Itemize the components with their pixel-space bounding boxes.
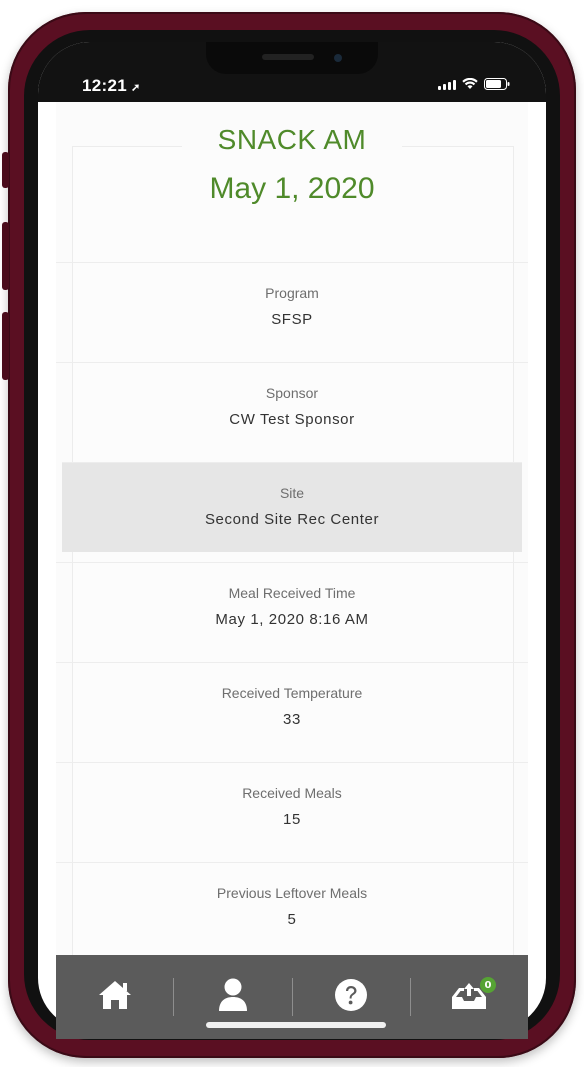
status-bar: 12:21 ➚	[38, 42, 546, 102]
field-value: 5	[287, 911, 297, 928]
field-label: Received Temperature	[221, 685, 363, 701]
user-icon	[216, 977, 250, 1018]
field-value: Second Site Rec Center	[204, 511, 380, 528]
volume-down-button	[2, 312, 9, 380]
field-label: Meal Received Time	[228, 585, 356, 601]
field-label: Previous Leftover Meals	[216, 885, 368, 901]
field-value: SFSP	[271, 311, 313, 328]
location-arrow-icon: ➚	[130, 82, 141, 94]
field-label: Site	[279, 485, 305, 501]
field-site[interactable]: Site Second Site Rec Center	[62, 462, 522, 552]
tab-home[interactable]	[56, 955, 173, 1039]
silent-switch	[2, 152, 9, 188]
battery-icon	[484, 78, 510, 90]
cell-signal-icon	[438, 80, 456, 90]
field-value: 33	[283, 711, 301, 728]
field-sponsor: Sponsor CW Test Sponsor	[56, 362, 528, 452]
notch	[206, 42, 378, 74]
field-value: 15	[283, 811, 301, 828]
field-value: CW Test Sponsor	[229, 411, 355, 428]
field-received-temperature: Received Temperature 33	[56, 662, 528, 752]
field-program: Program SFSP	[56, 262, 528, 352]
field-meal-received-time: Meal Received Time May 1, 2020 8:16 AM	[56, 562, 528, 652]
phone-frame: 12:21 ➚ SNACK AM May 1, 2020 Program SFS…	[2, 12, 576, 1058]
status-icons	[438, 78, 510, 90]
meal-detail-view[interactable]: SNACK AM May 1, 2020 Program SFSP Sponso…	[56, 102, 528, 967]
field-label: Program	[265, 285, 319, 301]
notification-badge: 0	[480, 977, 496, 993]
field-previous-leftover-meals: Previous Leftover Meals 5	[56, 862, 528, 952]
field-received-meals: Received Meals 15	[56, 762, 528, 852]
help-icon	[334, 978, 368, 1017]
home-indicator[interactable]	[206, 1022, 386, 1028]
status-time-text: 12:21	[82, 76, 127, 95]
field-value: May 1, 2020 8:16 AM	[215, 611, 369, 628]
field-label: Received Meals	[242, 785, 342, 801]
meal-type-title: SNACK AM	[217, 124, 367, 155]
tab-inbox[interactable]: 0	[411, 955, 528, 1039]
speaker	[262, 54, 314, 60]
home-icon	[97, 979, 133, 1016]
field-label: Sponsor	[265, 385, 319, 401]
volume-up-button	[2, 222, 9, 290]
meal-date: May 1, 2020	[209, 172, 375, 205]
status-time: 12:21 ➚	[82, 76, 141, 96]
front-camera	[334, 54, 342, 62]
wifi-icon	[462, 78, 478, 90]
